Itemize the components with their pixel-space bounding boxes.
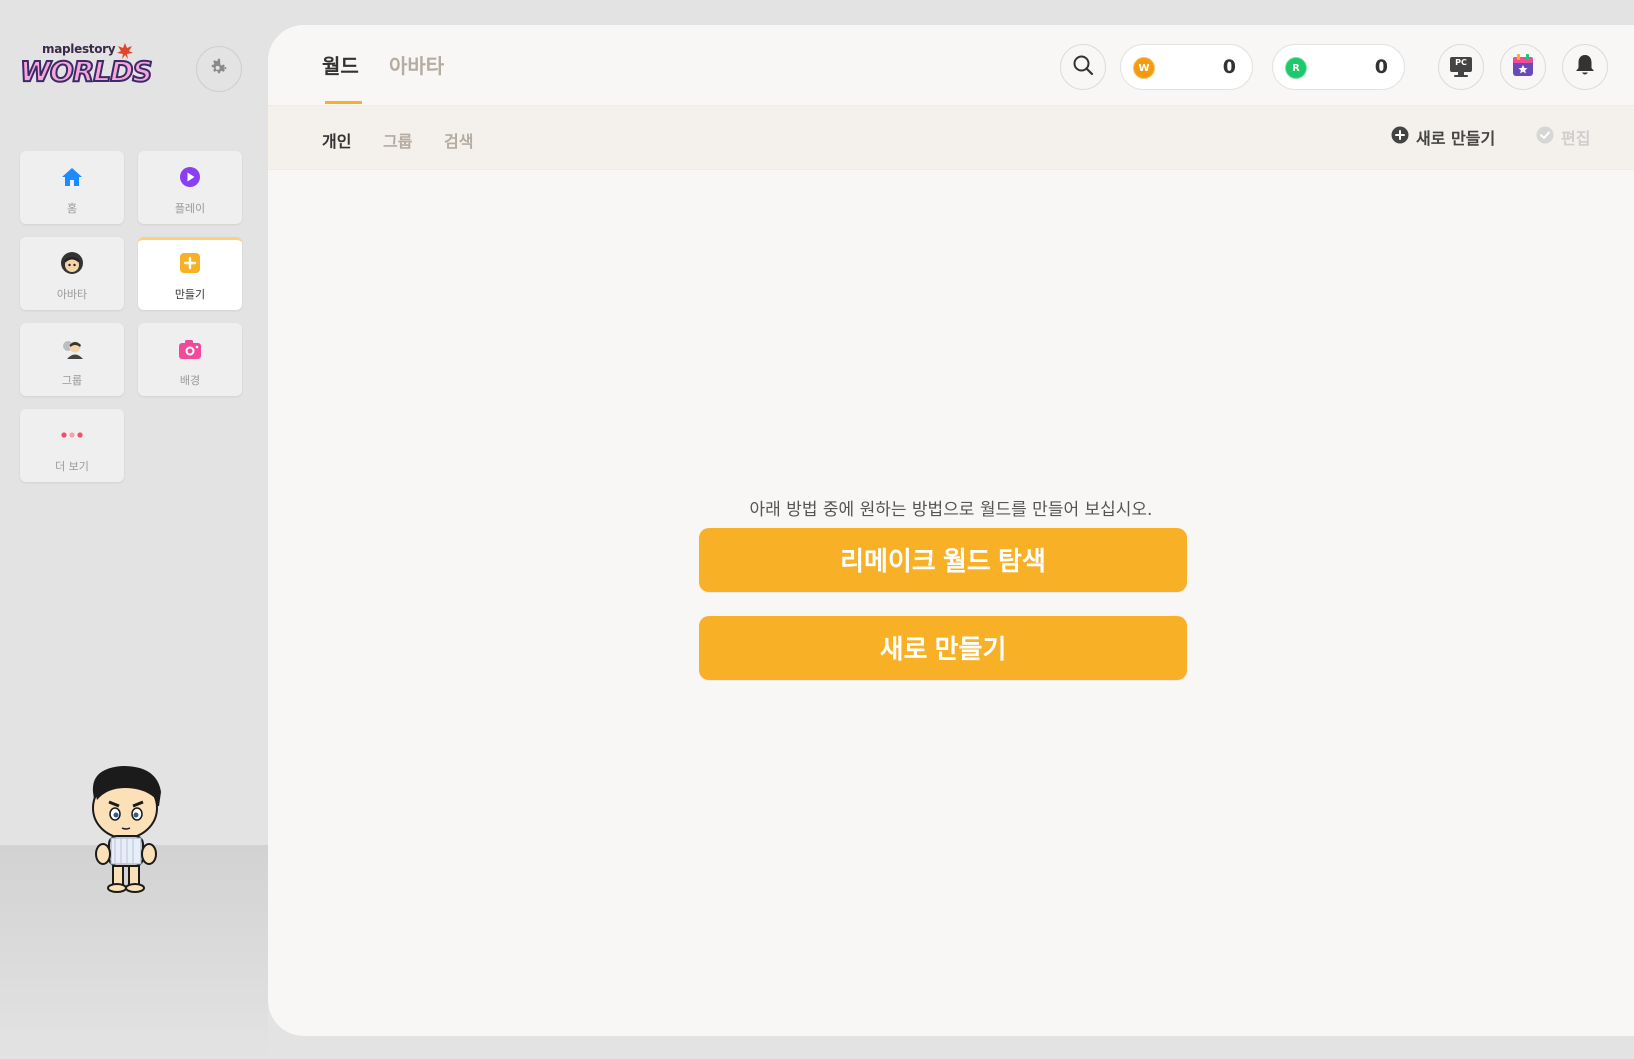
main-panel: 월드 아바타 W 0 R 0 PC 개인 그룹 검색 새로 만들기 편집 아래 … — [268, 25, 1634, 1036]
sidebar-item-more[interactable]: 더 보기 — [20, 409, 124, 482]
camera-icon — [178, 337, 202, 361]
avatar-character — [85, 762, 167, 894]
calendar-event-button[interactable] — [1500, 44, 1546, 90]
calendar-star-icon — [1512, 53, 1534, 81]
avatar-face-icon — [60, 251, 84, 275]
sub-bar: 개인 그룹 검색 새로 만들기 편집 — [268, 105, 1634, 170]
new-create-link[interactable]: 새로 만들기 — [1391, 126, 1495, 148]
sidebar-item-label: 그룹 — [61, 374, 83, 387]
sidebar: maplestory WORLDS 홈 플레이 아바타 만들기 그룹 배경 더 … — [0, 0, 268, 1059]
plus-circle-icon — [1391, 126, 1409, 148]
group-icon — [60, 337, 84, 361]
app-logo[interactable]: maplestory WORLDS — [19, 42, 153, 94]
create-plus-icon — [178, 251, 202, 275]
sidebar-item-label: 아바타 — [56, 288, 88, 301]
settings-button[interactable] — [196, 46, 242, 92]
currency-w-amount: 0 — [1222, 56, 1236, 78]
edit-link[interactable]: 편집 — [1536, 126, 1590, 148]
gear-icon — [208, 56, 230, 82]
r-coin-icon: R — [1285, 57, 1307, 79]
top-bar: 월드 아바타 W 0 R 0 PC — [268, 25, 1634, 105]
notifications-button[interactable] — [1562, 44, 1608, 90]
subtab-personal[interactable]: 개인 — [322, 128, 351, 152]
sidebar-item-home[interactable]: 홈 — [20, 151, 124, 224]
logo-small-text: maplestory — [42, 42, 116, 56]
subtab-search[interactable]: 검색 — [444, 128, 473, 152]
currency-r-amount: 0 — [1374, 56, 1388, 78]
pc-monitor-icon: PC — [1449, 56, 1473, 78]
sidebar-item-label: 만들기 — [174, 288, 206, 301]
sidebar-item-label: 더 보기 — [55, 460, 89, 473]
sidebar-item-label: 홈 — [66, 202, 78, 215]
sidebar-item-play[interactable]: 플레이 — [138, 151, 242, 224]
home-icon — [60, 165, 84, 189]
play-icon — [178, 165, 202, 189]
w-coin-icon: W — [1133, 57, 1155, 79]
pc-label: PC — [1455, 58, 1467, 67]
search-icon — [1072, 54, 1094, 80]
currency-w-badge[interactable]: W 0 — [1120, 44, 1253, 90]
tab-world[interactable]: 월드 — [322, 50, 359, 79]
maple-leaf-icon — [116, 42, 134, 60]
sidebar-item-avatar[interactable]: 아바타 — [20, 237, 124, 310]
create-prompt-text: 아래 방법 중에 원하는 방법으로 월드를 만들어 보십시오. — [749, 500, 1153, 520]
sidebar-item-create[interactable]: 만들기 — [138, 237, 242, 310]
sidebar-item-label: 배경 — [179, 374, 201, 387]
check-circle-icon — [1536, 126, 1554, 148]
pc-download-button[interactable]: PC — [1438, 44, 1484, 90]
create-new-world-button[interactable]: 새로 만들기 — [699, 616, 1187, 680]
new-create-label: 새로 만들기 — [1416, 129, 1496, 148]
currency-r-badge[interactable]: R 0 — [1272, 44, 1405, 90]
subtab-group[interactable]: 그룹 — [383, 128, 412, 152]
sidebar-item-group[interactable]: 그룹 — [20, 323, 124, 396]
more-dots-icon — [60, 423, 84, 447]
active-tab-indicator — [325, 101, 362, 104]
remake-world-explore-button[interactable]: 리메이크 월드 탐색 — [699, 528, 1187, 592]
tab-avatar[interactable]: 아바타 — [389, 50, 444, 79]
search-button[interactable] — [1060, 44, 1106, 90]
edit-label: 편집 — [1561, 129, 1591, 148]
sidebar-item-background[interactable]: 배경 — [138, 323, 242, 396]
bell-icon — [1575, 54, 1595, 80]
sidebar-item-label: 플레이 — [174, 202, 206, 215]
